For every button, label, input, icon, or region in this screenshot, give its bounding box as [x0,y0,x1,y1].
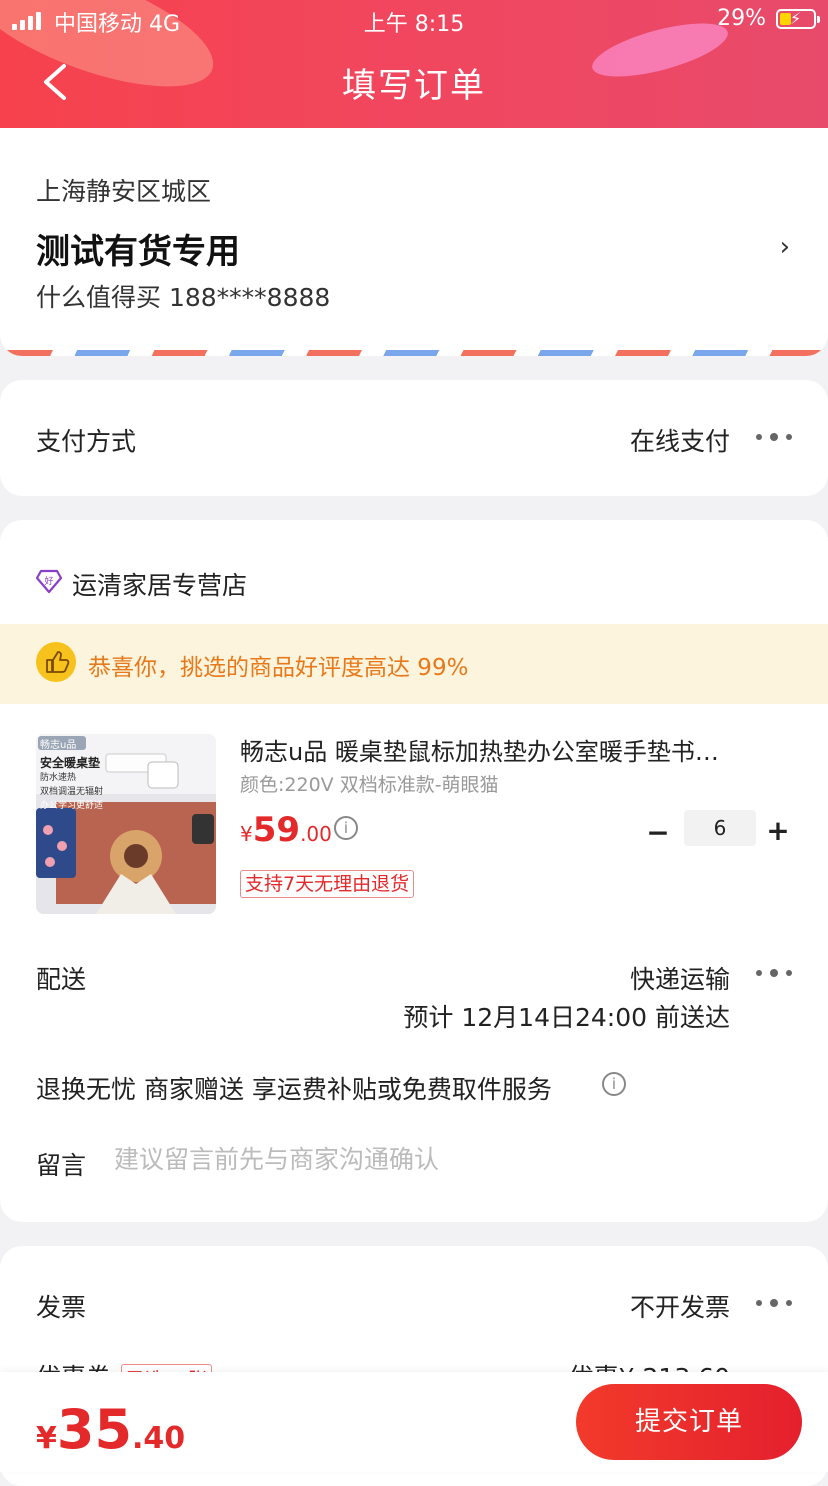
total-decimal: .40 [132,1421,186,1456]
payment-row[interactable]: 支付方式 在线支付 [0,380,828,496]
delivery-label: 配送 [36,965,87,994]
rating-banner-text: 恭喜你，挑选的商品好评度高达 99% [88,655,469,681]
product-image-line: 办公学习更舒适 [40,801,104,811]
delivery-value[interactable]: 快递运输 [630,960,730,996]
page-title: 填写订单 [342,66,486,106]
address-card[interactable]: 上海静安区城区 测试有货专用 什么值得买 188****8888 › [0,128,828,356]
battery-icon: ⚡ [776,9,820,29]
address-contact: 什么值得买 188****8888 [36,283,331,312]
message-input[interactable] [114,1142,774,1176]
price-integer: 59 [252,810,301,850]
product-image-brand: 畅志u品 [40,740,77,751]
message-label: 留言 [36,1151,87,1180]
header: 中国移动 4G 上午 8:15 29% ⚡ 填写订单 [0,0,828,128]
order-total: ¥35.40 [36,1398,185,1461]
total-currency: ¥ [36,1421,57,1456]
thumbs-up-icon [36,642,76,682]
battery-percent: 29% [717,6,766,31]
price-info-icon[interactable]: i [334,816,358,840]
total-integer: 35 [56,1398,133,1461]
product-image-line: 双档调温无辐射 [40,787,104,797]
svg-text:好: 好 [44,575,53,587]
envelope-stripe [0,350,828,356]
bottom-bar: ¥35.40 提交订单 [0,1372,828,1472]
shop-name[interactable]: 运清家居专营店 [72,566,247,602]
address-name: 测试有货专用 [36,232,240,272]
price-decimal: .00 [300,822,332,846]
product-image[interactable]: 畅志u品 安全暖桌垫 防水速热 双档调温无辐射 办公学习更舒适 [36,734,216,914]
delivery-eta: 预计 12月14日24:00 前送达 [403,1003,730,1032]
more-dots-icon [756,432,792,442]
order-card: 好 运清家居专营店 恭喜你，挑选的商品好评度高达 99% 畅志u品 安全暖桌垫 [0,520,828,1222]
payment-label: 支付方式 [36,427,137,456]
quantity-decrease-button[interactable]: − [646,816,670,849]
more-dots-icon[interactable] [756,1298,792,1308]
payment-value: 在线支付 [629,427,730,456]
good-badge-icon: 好 [36,569,62,594]
rating-banner: 恭喜你，挑选的商品好评度高达 99% [0,624,828,704]
status-time: 上午 8:15 [363,12,465,37]
more-dots-icon[interactable] [756,968,792,978]
invoice-label: 发票 [36,1293,87,1322]
product-image-line: 防水速热 [40,773,77,783]
service-text: 退换无忧 商家赠送 享运费补贴或免费取件服务 [36,1075,552,1104]
price-currency: ¥ [240,822,253,846]
invoice-value[interactable]: 不开发票 [630,1288,730,1324]
product-image-line: 安全暖桌垫 [40,756,101,770]
return-policy-tag: 支持7天无理由退货 [240,870,415,898]
service-info-icon[interactable]: i [602,1072,626,1096]
product-title[interactable]: 畅志u品 暖桌垫鼠标加热垫办公室暖手垫书… [240,732,788,767]
status-bar: 中国移动 4G 上午 8:15 29% ⚡ [0,0,828,40]
address-region: 上海静安区城区 [36,177,212,206]
product-price: ¥59.00 [240,810,332,850]
quantity-input[interactable]: 6 [684,810,756,846]
submit-order-button[interactable]: 提交订单 [576,1384,802,1460]
chevron-right-icon: › [779,232,790,262]
product-sku: 颜色:220V 双档标准款-萌眼猫 [240,774,499,796]
quantity-increase-button[interactable]: + [766,814,790,847]
